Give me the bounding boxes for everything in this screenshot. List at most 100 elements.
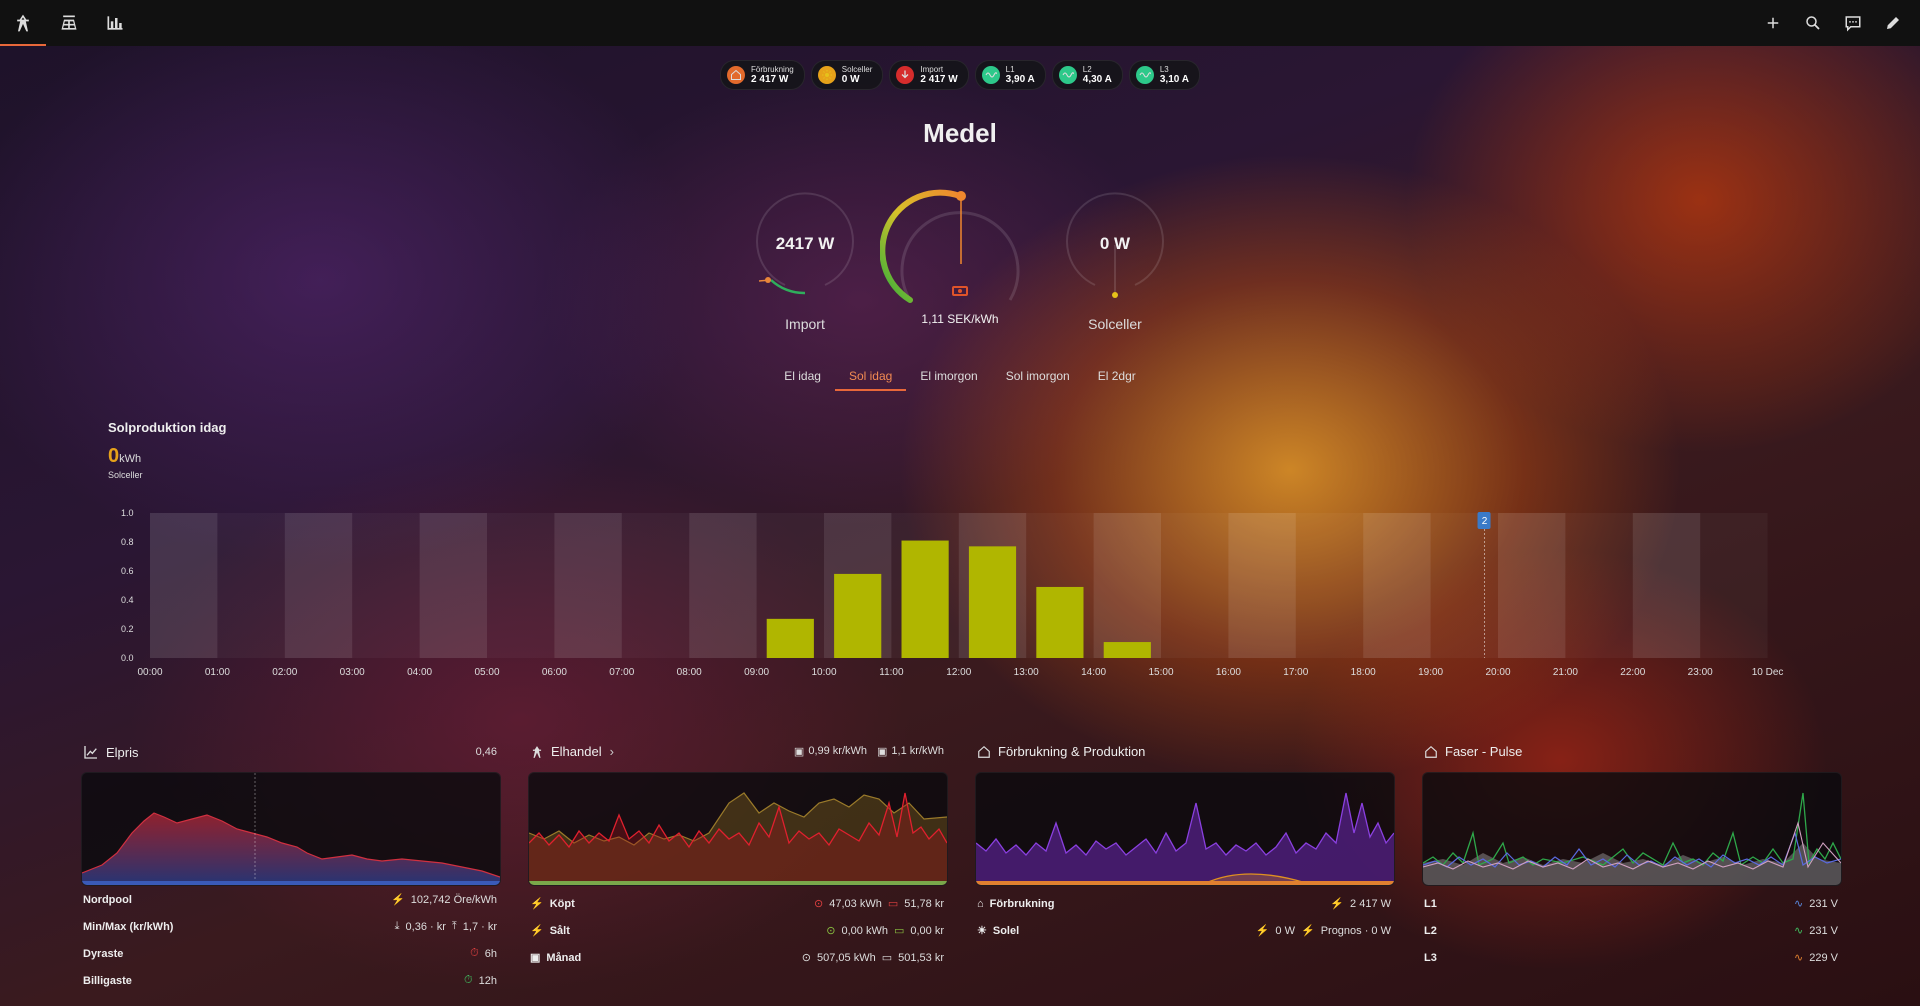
solar-label: Solceller	[1088, 316, 1142, 332]
solar-title: Solproduktion idag	[108, 420, 227, 435]
chip-l1[interactable]: L1 3,90 A	[974, 60, 1046, 90]
edit-button[interactable]	[1880, 10, 1906, 36]
elpris-sparkline[interactable]	[81, 772, 501, 886]
list-item[interactable]: ⌂ Förbrukning ⚡ 2 417 W	[977, 890, 1391, 917]
list-item[interactable]: Nordpool ⚡ 102,742 Öre/kWh	[83, 886, 497, 913]
solar-header: Solproduktion idag 0kWh Solceller	[108, 420, 226, 480]
x-tick-label: 13:00	[1014, 667, 1039, 678]
now-marker-label: 2	[1482, 516, 1488, 527]
solar-tab[interactable]	[46, 0, 92, 46]
list-item[interactable]: ▣ Månad ⊙ 507,05 kWh ▭ 501,53 kr	[530, 944, 944, 971]
home-icon	[727, 66, 746, 84]
list-item[interactable]: ⚡ Sålt ⊙ 0,00 kWh ▭ 0,00 kr	[530, 917, 944, 944]
chip-solceller[interactable]: Solceller 0 W	[810, 60, 884, 90]
list-item[interactable]: ⚡ Köpt ⊙ 47,03 kWh ▭ 51,78 kr	[530, 890, 944, 917]
chart-bar	[766, 618, 814, 658]
y-tick-label: 0.2	[121, 624, 134, 634]
tab-el-imorgon[interactable]: El imorgon	[906, 365, 991, 391]
forbrukning-header[interactable]: Förbrukning & Produktion	[977, 744, 1391, 759]
tab-el-idag[interactable]: El idag	[770, 365, 835, 391]
list-item[interactable]: ☀ Solel ⚡ 0 W ⚡ Prognos · 0 W	[977, 917, 1391, 944]
chevron-right-icon: ›	[609, 744, 614, 759]
chip-value: 2 417 W	[920, 74, 958, 85]
elpris-header[interactable]: Elpris 0,46	[83, 744, 497, 760]
list-item[interactable]: L2 ∿ 231 V	[1424, 917, 1838, 944]
import-icon: ⊙	[814, 898, 824, 910]
x-tick-label: 16:00	[1216, 667, 1241, 678]
x-tick-label: 08:00	[677, 667, 702, 678]
x-tick-label: 20:00	[1485, 667, 1510, 678]
tab-el-2dgr[interactable]: El 2dgr	[1084, 365, 1150, 391]
x-tick-label: 10:00	[811, 667, 836, 678]
prognos-value: Prognos · 0 W	[1320, 924, 1391, 937]
faser-title: Faser - Pulse	[1445, 744, 1523, 759]
chip-f-rbrukning[interactable]: Förbrukning 2 417 W	[720, 60, 805, 90]
price-gauge[interactable]: 1,11 SEK/kWh	[879, 180, 1040, 340]
chart-column-bg	[1228, 513, 1296, 658]
chip-l2[interactable]: L2 4,30 A	[1051, 60, 1123, 90]
x-tick-label: 02:00	[272, 667, 297, 678]
x-tick-label: 21:00	[1553, 667, 1578, 678]
salt-kwh: 0,00 kWh	[841, 924, 888, 937]
home-icon	[978, 745, 990, 758]
faser-sparkline[interactable]	[1422, 772, 1842, 886]
solar-icon: ☀	[977, 925, 987, 937]
x-tick-label: 10 Dec	[1752, 667, 1784, 678]
solar-gauge[interactable]: 0 W Solceller	[1055, 185, 1175, 335]
list-item[interactable]: L1 ∿ 231 V	[1424, 890, 1838, 917]
chart-bar	[834, 573, 882, 658]
min-value: 0,36 · kr	[405, 920, 446, 933]
tab-sol-imorgon[interactable]: Sol imorgon	[992, 365, 1084, 391]
y-tick-label: 0.6	[121, 566, 134, 576]
x-tick-label: 05:00	[474, 667, 499, 678]
y-tick-label: 0.4	[121, 595, 134, 605]
search-button[interactable]	[1800, 10, 1826, 36]
elhandel-header[interactable]: Elhandel › ▣ 0,99 kr/kWh ▣ 1,1 kr/kWh	[530, 744, 944, 759]
x-tick-label: 12:00	[946, 667, 971, 678]
chip-value: 2 417 W	[751, 74, 789, 85]
list-item[interactable]: Dyraste ⏱ 6h	[83, 940, 497, 967]
faser-header[interactable]: Faser - Pulse	[1424, 744, 1838, 759]
list-item[interactable]: Billigaste ⏱ 12h	[83, 967, 497, 994]
forbrukning-sparkline[interactable]	[975, 772, 1395, 886]
calendar-icon: ▣	[793, 746, 805, 758]
import-gauge[interactable]: 2417 W Import	[745, 185, 865, 335]
x-tick-label: 06:00	[542, 667, 567, 678]
transmission-tower-icon: ⚡	[530, 925, 544, 937]
bolt-icon: ⚡	[391, 894, 405, 906]
billigaste-label: Billigaste	[83, 974, 132, 987]
energy-tab[interactable]	[0, 0, 46, 46]
stats-tab[interactable]	[92, 0, 138, 46]
tab-sol-idag[interactable]: Sol idag	[834, 365, 907, 391]
chart-column-bg	[1363, 513, 1431, 658]
l2-value: 231 V	[1809, 924, 1838, 937]
elhandel-title: Elhandel	[551, 744, 602, 759]
manad-kwh: 507,05 kWh	[817, 951, 876, 964]
y-tick-label: 1.0	[121, 508, 134, 518]
wave-icon	[1058, 66, 1077, 84]
top-bar	[0, 0, 1920, 46]
chip-import[interactable]: Import 2 417 W	[889, 60, 969, 90]
chart-bar	[968, 546, 1017, 658]
dyraste-label: Dyraste	[83, 947, 124, 960]
chart-column-bg	[150, 513, 218, 658]
l1-value: 231 V	[1809, 897, 1838, 910]
list-item[interactable]: Min/Max (kr/kWh) ⤓ 0,36 · kr ⤒ 1,7 · kr	[83, 913, 497, 940]
wave-icon: ∿	[1794, 952, 1804, 964]
status-chips: Förbrukning 2 417 W Solceller 0 W Import 2 41…	[0, 60, 1920, 90]
nordpool-label: Nordpool	[83, 893, 132, 906]
assist-button[interactable]	[1840, 10, 1866, 36]
y-tick-label: 0.0	[121, 653, 134, 663]
forbrukning-label: Förbrukning	[989, 897, 1055, 910]
add-button[interactable]	[1760, 10, 1786, 36]
solar-total: 0kWh	[108, 445, 226, 468]
kopt-kr: 51,78 kr	[904, 897, 944, 910]
clock-cheap-icon: ⏱	[464, 974, 473, 986]
chart-column-bg	[1161, 513, 1229, 658]
elhandel-sparkline[interactable]	[528, 772, 948, 886]
chip-l3[interactable]: L3 3,10 A	[1128, 60, 1200, 90]
plus-icon	[1767, 17, 1779, 29]
list-item[interactable]: L3 ∿ 229 V	[1424, 944, 1838, 971]
solar-bar-chart: 0.0 0.2 0.4 0.6 0.8 1.0 00:00 01:00 02:00 03:00 04…	[121, 508, 1784, 678]
money-icon: ▭	[881, 952, 893, 964]
